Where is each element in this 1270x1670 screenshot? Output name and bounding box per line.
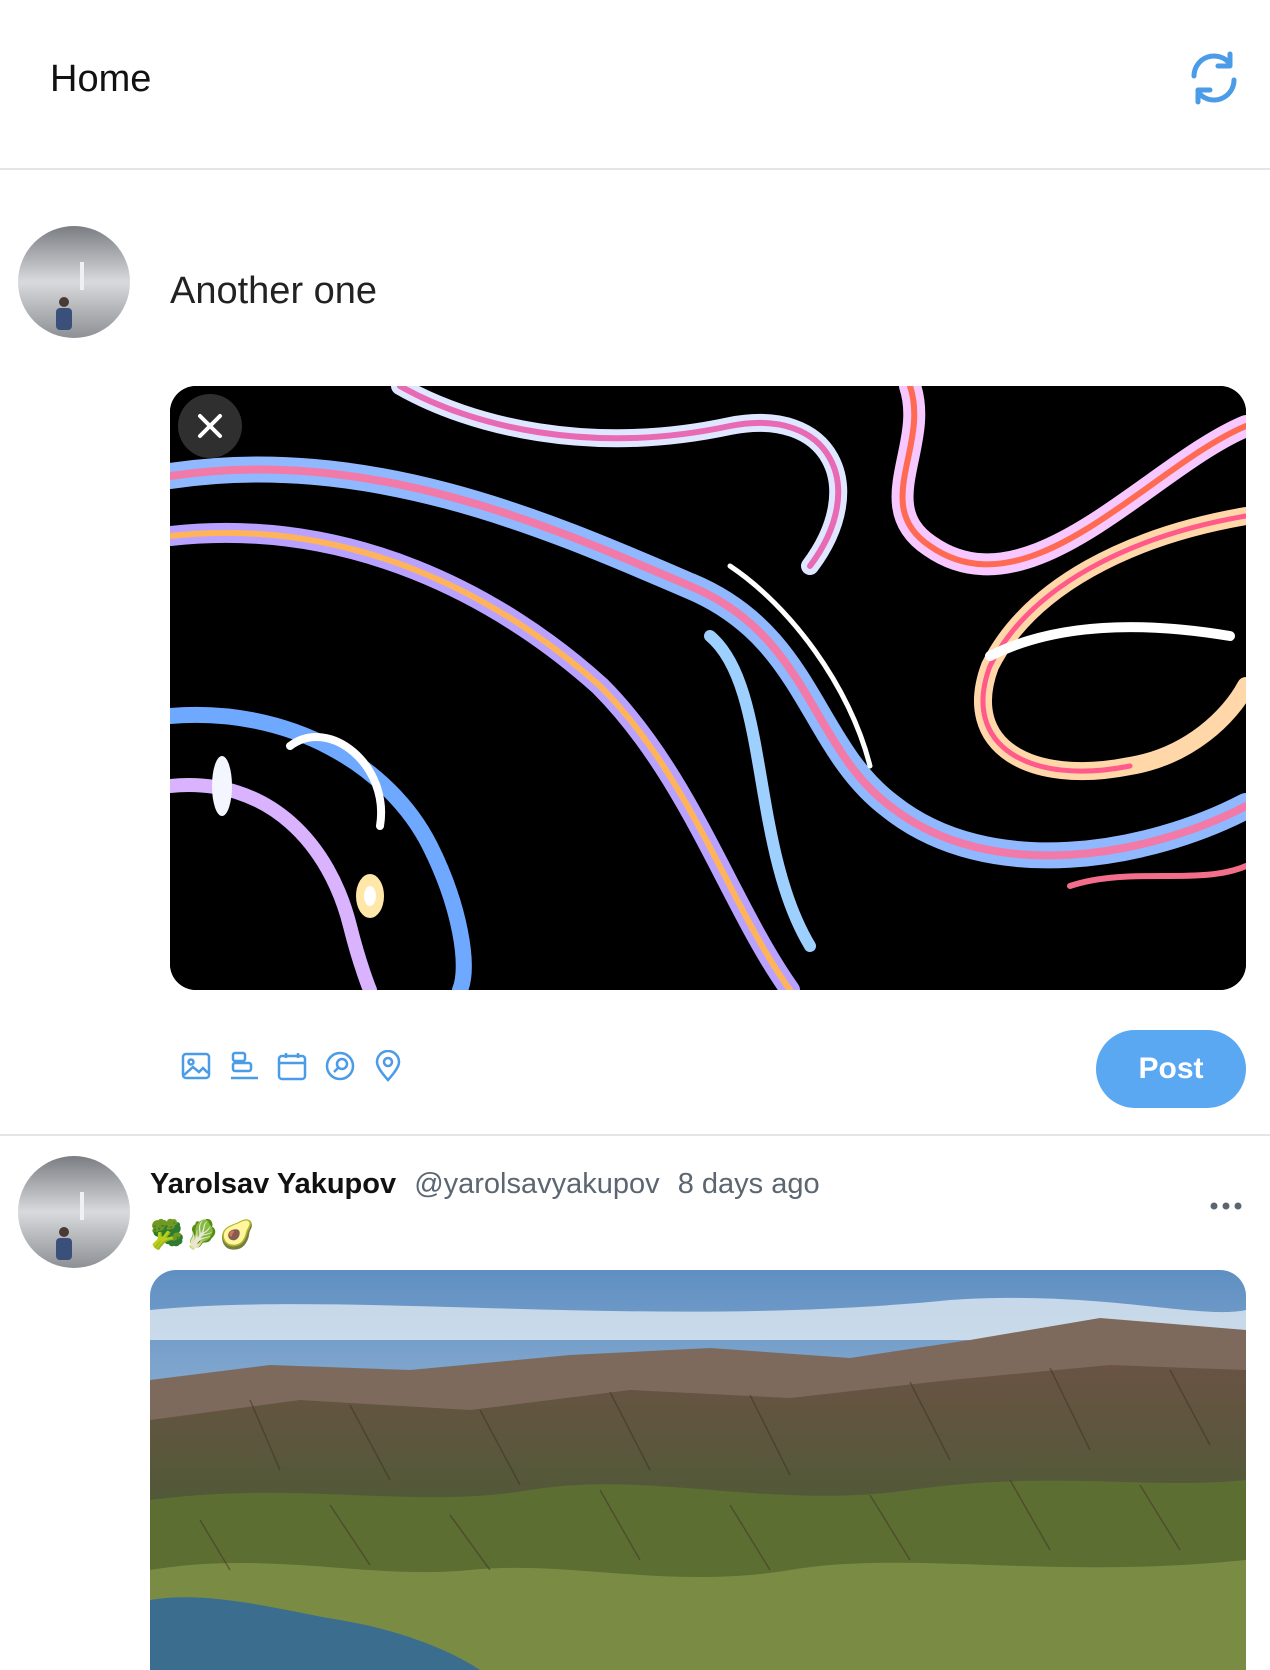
attached-image xyxy=(170,386,1246,990)
author-name[interactable]: Yarolsav Yakupov xyxy=(150,1168,396,1200)
search-icon[interactable] xyxy=(324,1050,356,1082)
more-icon[interactable] xyxy=(1206,1196,1246,1216)
post-button[interactable]: Post xyxy=(1096,1030,1246,1108)
composer: Another one Post xyxy=(0,170,1270,1136)
page-title: Home xyxy=(50,58,152,100)
remove-image-button[interactable] xyxy=(178,394,242,458)
location-icon[interactable] xyxy=(372,1049,404,1082)
calendar-icon[interactable] xyxy=(276,1050,308,1082)
image-icon[interactable] xyxy=(180,1050,212,1082)
refresh-icon[interactable] xyxy=(1186,50,1242,106)
close-icon xyxy=(198,414,222,438)
header-bar: Home xyxy=(0,0,1270,170)
post-avatar[interactable] xyxy=(18,1156,130,1268)
poll-icon[interactable] xyxy=(228,1050,260,1082)
composer-toolbar xyxy=(180,1049,404,1082)
composer-text[interactable]: Another one xyxy=(170,270,377,313)
post-time[interactable]: 8 days ago xyxy=(678,1168,820,1200)
user-avatar[interactable] xyxy=(18,226,130,338)
post-text: 🥦🥬🥑 xyxy=(150,1219,255,1250)
author-handle[interactable]: @yarolsavyakupov xyxy=(414,1168,659,1200)
post-image[interactable] xyxy=(150,1270,1246,1670)
feed-post: Yarolsav Yakupov @yarolsavyakupov 8 days… xyxy=(0,1136,1270,1670)
post-meta: Yarolsav Yakupov @yarolsavyakupov 8 days… xyxy=(150,1168,820,1201)
